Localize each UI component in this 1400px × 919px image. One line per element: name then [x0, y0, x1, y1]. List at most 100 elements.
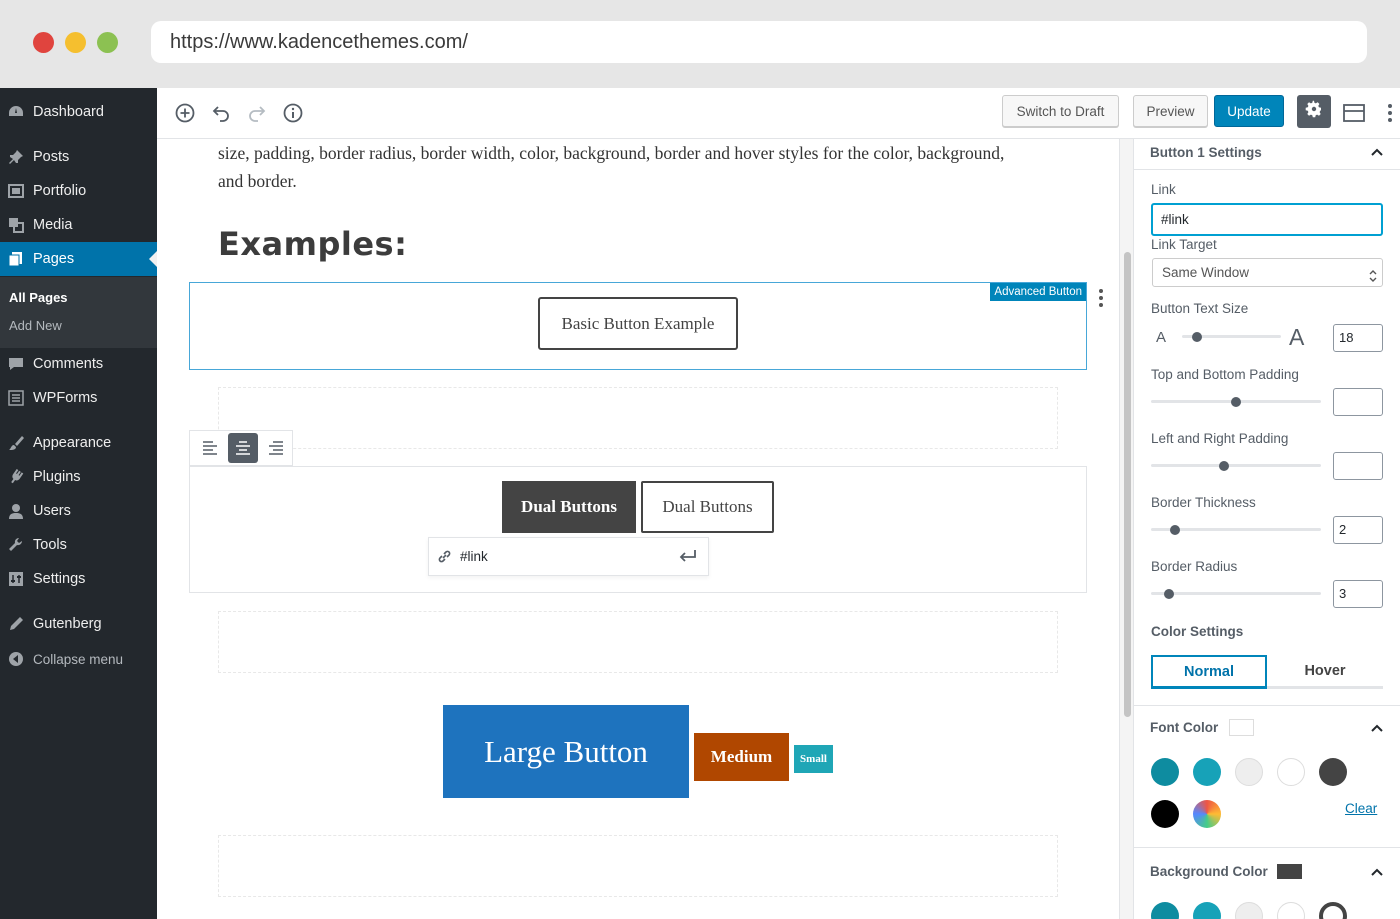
- link-url-input[interactable]: #link: [460, 549, 488, 564]
- empty-block-placeholder[interactable]: [218, 387, 1058, 449]
- settings-toggle-button[interactable]: [1297, 95, 1331, 128]
- pages-submenu: All Pages Add New: [0, 277, 157, 348]
- more-menu-icon[interactable]: [1378, 101, 1400, 125]
- sidebar-item-plugins[interactable]: Plugins: [0, 460, 157, 494]
- sidebar-item-label: Pages: [33, 251, 75, 267]
- lr-padding-slider-thumb[interactable]: [1219, 461, 1229, 471]
- sidebar-item-pages[interactable]: Pages: [0, 242, 157, 276]
- tb-padding-input[interactable]: [1333, 388, 1383, 416]
- alignment-toolbar: [189, 430, 293, 466]
- tab-normal[interactable]: Normal: [1151, 655, 1267, 689]
- color-swatch-dark-gray[interactable]: [1319, 758, 1347, 786]
- portfolio-icon: [8, 183, 24, 199]
- user-icon: [8, 503, 24, 519]
- sidebar-item-dashboard[interactable]: Dashboard: [0, 95, 157, 129]
- button-settings-title[interactable]: Button 1 Settings: [1150, 145, 1262, 160]
- clear-color-link[interactable]: Clear: [1345, 801, 1377, 816]
- sidebar-item-gutenberg[interactable]: Gutenberg: [0, 607, 157, 641]
- sidebar-item-comments[interactable]: Comments: [0, 347, 157, 381]
- background-color-label[interactable]: Background Color: [1150, 864, 1268, 879]
- info-icon[interactable]: [281, 101, 305, 125]
- lr-padding-slider-track[interactable]: [1151, 464, 1321, 467]
- color-swatch-light-gray[interactable]: [1235, 758, 1263, 786]
- collapse-chevron-up-icon[interactable]: [1370, 867, 1384, 877]
- custom-color-picker-icon[interactable]: [1193, 800, 1221, 828]
- settings-icon: [8, 571, 24, 587]
- submenu-all-pages[interactable]: All Pages: [9, 290, 68, 305]
- intro-paragraph[interactable]: size, padding, border radius, border wid…: [218, 139, 1018, 195]
- dual-button-primary[interactable]: Dual Buttons: [502, 481, 636, 533]
- color-swatch-teal-dark[interactable]: [1151, 758, 1179, 786]
- font-color-label[interactable]: Font Color: [1150, 720, 1218, 735]
- minimize-window-dot[interactable]: [65, 32, 86, 53]
- align-left-icon[interactable]: [195, 433, 225, 463]
- text-size-input[interactable]: 18: [1333, 324, 1383, 352]
- maximize-window-dot[interactable]: [97, 32, 118, 53]
- empty-block-placeholder[interactable]: [218, 611, 1058, 673]
- preview-button[interactable]: Preview: [1133, 95, 1208, 127]
- sidebar-item-label: Collapse menu: [33, 651, 124, 667]
- medium-button[interactable]: Medium: [694, 733, 789, 781]
- sidebar-item-tools[interactable]: Tools: [0, 528, 157, 562]
- sidebar-item-media[interactable]: Media: [0, 208, 157, 242]
- basic-button-example[interactable]: Basic Button Example: [538, 297, 738, 350]
- undo-icon[interactable]: [209, 101, 233, 125]
- advanced-button-block[interactable]: Advanced Button Basic Button Example: [189, 282, 1087, 370]
- sidebar-item-label: Portfolio: [33, 183, 87, 199]
- sidebar-item-appearance[interactable]: Appearance: [0, 426, 157, 460]
- bg-swatch-teal-dark[interactable]: [1151, 902, 1179, 919]
- submit-link-icon[interactable]: [679, 549, 697, 568]
- collapse-chevron-up-icon[interactable]: [1370, 147, 1384, 157]
- bg-swatch-light-gray[interactable]: [1235, 902, 1263, 919]
- sidebar-item-users[interactable]: Users: [0, 494, 157, 528]
- scrollbar-thumb[interactable]: [1124, 252, 1131, 717]
- sidebar-item-posts[interactable]: Posts: [0, 140, 157, 174]
- bg-swatch-teal[interactable]: [1193, 902, 1221, 919]
- align-right-icon[interactable]: [261, 433, 291, 463]
- full-width-toggle-icon[interactable]: [1342, 101, 1366, 125]
- color-swatch-black[interactable]: [1151, 800, 1179, 828]
- sidebar-item-label: Gutenberg: [33, 616, 102, 632]
- dual-button-secondary[interactable]: Dual Buttons: [641, 481, 774, 533]
- bg-swatch-dark-gray-selected[interactable]: [1319, 902, 1347, 919]
- link-label: Link: [1151, 182, 1176, 197]
- address-bar[interactable]: https://www.kadencethemes.com/: [151, 21, 1367, 63]
- border-thickness-input[interactable]: 2: [1333, 516, 1383, 544]
- small-button[interactable]: Small: [794, 745, 833, 773]
- editor-scrollbar[interactable]: [1119, 139, 1133, 919]
- large-button[interactable]: Large Button: [443, 705, 689, 798]
- border-radius-slider-thumb[interactable]: [1164, 589, 1174, 599]
- empty-block-placeholder[interactable]: [218, 835, 1058, 897]
- add-block-icon[interactable]: [173, 101, 197, 125]
- text-size-slider-thumb[interactable]: [1192, 332, 1202, 342]
- wrench-icon: [8, 537, 24, 553]
- lr-padding-input[interactable]: [1333, 452, 1383, 480]
- align-center-icon[interactable]: [228, 433, 258, 463]
- sidebar-item-wpforms[interactable]: WPForms: [0, 381, 157, 415]
- border-radius-slider-track[interactable]: [1151, 592, 1321, 595]
- bg-swatch-white[interactable]: [1277, 902, 1305, 919]
- block-more-options-icon[interactable]: [1098, 289, 1104, 307]
- link-target-select[interactable]: Same Window: [1152, 258, 1383, 287]
- sidebar-item-portfolio[interactable]: Portfolio: [0, 174, 157, 208]
- collapse-chevron-up-icon[interactable]: [1370, 723, 1384, 733]
- switch-to-draft-button[interactable]: Switch to Draft: [1002, 95, 1119, 127]
- examples-heading[interactable]: Examples:: [218, 225, 407, 263]
- link-input[interactable]: #link: [1151, 203, 1383, 236]
- tb-padding-slider-thumb[interactable]: [1231, 397, 1241, 407]
- sidebar-item-settings[interactable]: Settings: [0, 562, 157, 596]
- color-swatch-teal[interactable]: [1193, 758, 1221, 786]
- pages-icon: [8, 251, 24, 267]
- submenu-add-new[interactable]: Add New: [9, 318, 62, 333]
- border-radius-input[interactable]: 3: [1333, 580, 1383, 608]
- tab-hover[interactable]: Hover: [1267, 655, 1383, 689]
- sidebar-item-label: Users: [33, 503, 71, 519]
- pencil-icon: [8, 616, 24, 632]
- sidebar-collapse-menu[interactable]: Collapse menu: [0, 642, 157, 676]
- close-window-dot[interactable]: [33, 32, 54, 53]
- border-thickness-slider-thumb[interactable]: [1170, 525, 1180, 535]
- redo-icon[interactable]: [245, 101, 269, 125]
- update-button[interactable]: Update: [1214, 95, 1284, 127]
- color-swatch-white[interactable]: [1277, 758, 1305, 786]
- font-color-indicator: [1229, 719, 1254, 736]
